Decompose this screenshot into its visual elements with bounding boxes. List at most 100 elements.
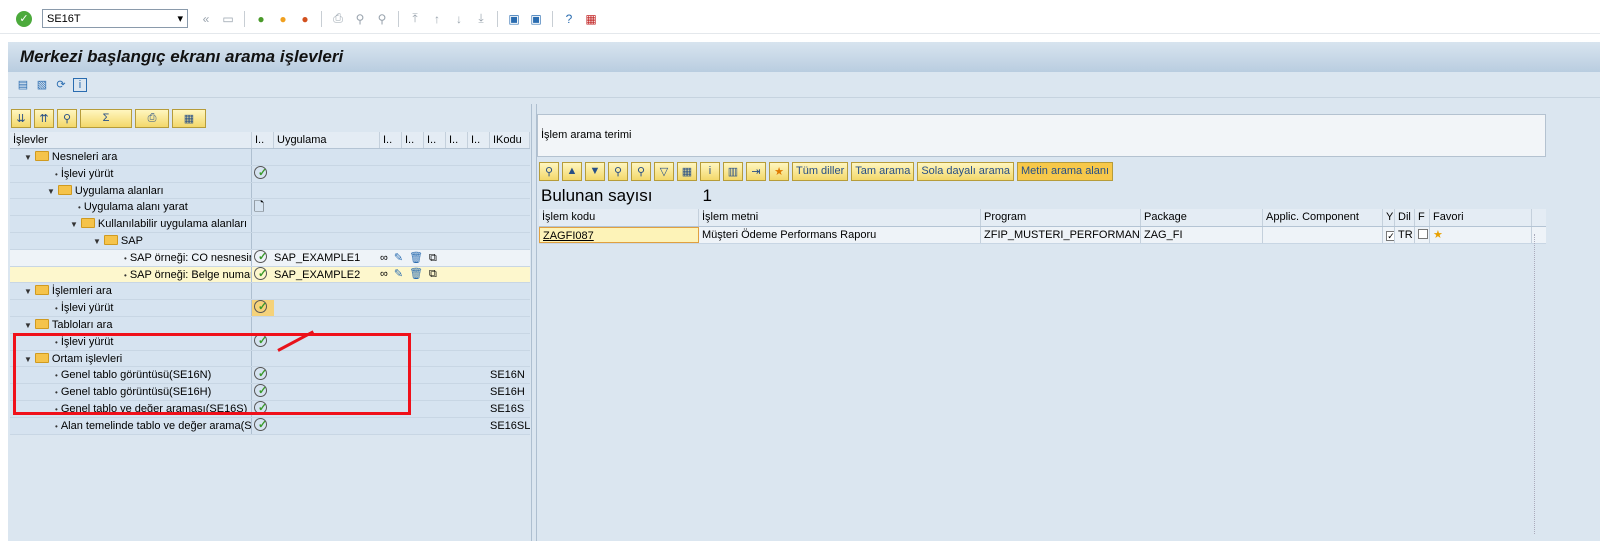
command-field[interactable]: SE16T ▾: [42, 9, 188, 28]
layout-icon[interactable]: ▤: [16, 78, 30, 92]
tree-row[interactable]: •Alan temelinde tablo ve değer arama(SE1…: [10, 417, 530, 435]
find-icon[interactable]: ⚲: [608, 161, 628, 181]
expand-all-icon[interactable]: ⇊: [11, 108, 31, 128]
expand-toggle-icon[interactable]: ▼: [70, 220, 78, 229]
graphic-icon[interactable]: ▥: [723, 161, 743, 181]
expand-toggle-icon[interactable]: ▼: [24, 287, 32, 296]
details-icon[interactable]: ⚲: [539, 161, 559, 181]
copy-icon[interactable]: ⧉: [429, 267, 437, 283]
edit-icon[interactable]: ✎: [394, 250, 403, 266]
function-tree-panel: ⇊ ⇈ ⚲ Σ ⎙ ▦ İşlevler I.. Uygulama I.. I.…: [8, 104, 532, 541]
tree-row[interactable]: • Uygulama alanı yarat 🗋: [10, 199, 530, 217]
print-icon[interactable]: ⎙: [330, 11, 346, 27]
execute-icon[interactable]: [254, 300, 267, 315]
last-page-icon[interactable]: ⤓: [473, 11, 489, 27]
tree-row[interactable]: •SAP örneği: CO nesnesine göre aSAP_EXAM…: [10, 249, 530, 267]
transaction-code-link[interactable]: ZAGFI087: [539, 227, 699, 243]
expand-toggle-icon[interactable]: ▼: [93, 237, 101, 246]
tree-node-label[interactable]: Nesneleri ara: [52, 151, 117, 163]
export-icon[interactable]: ⇥: [746, 161, 766, 181]
tree-row[interactable]: ▼ SAP: [10, 232, 530, 250]
tree-toolbar: ⇊ ⇈ ⚲ Σ ⎙ ▦: [8, 104, 531, 132]
tree-row[interactable]: ▼ Tabloları ara: [10, 316, 530, 334]
tree-node-label[interactable]: Tabloları ara: [52, 319, 113, 331]
collapse-icon[interactable]: «: [198, 11, 214, 27]
info-icon[interactable]: i: [700, 161, 720, 181]
expand-toggle-icon[interactable]: ▼: [47, 187, 55, 196]
tree-node-label[interactable]: İşlevi yürüt: [61, 168, 114, 180]
tree-row[interactable]: • İşlevi yürüt: [10, 300, 530, 317]
enter-icon[interactable]: ✓: [16, 10, 32, 27]
layout-icon[interactable]: ▦: [677, 161, 697, 181]
y-checkbox[interactable]: ✓: [1386, 231, 1394, 241]
customize-layout-icon[interactable]: ▦: [583, 11, 599, 27]
delete-icon[interactable]: 🗑: [409, 250, 423, 266]
display-icon[interactable]: ∞: [380, 267, 388, 283]
find-next-icon[interactable]: ⚲: [374, 11, 390, 27]
copy-icon[interactable]: ⧉: [429, 250, 437, 266]
tree-row[interactable]: •SAP örneği: Belge numarasına göSAP_EXAM…: [10, 266, 530, 284]
execute-icon[interactable]: [254, 266, 267, 282]
dropdown-icon[interactable]: ▾: [177, 12, 183, 25]
back-icon[interactable]: ●: [253, 11, 269, 27]
tree-node-label[interactable]: Uygulama alanı yarat: [84, 201, 188, 213]
expand-toggle-icon[interactable]: ▼: [24, 153, 32, 162]
exit-icon[interactable]: ●: [275, 11, 291, 27]
print-icon[interactable]: ⎙: [135, 108, 169, 128]
save-icon[interactable]: ▭: [220, 11, 236, 27]
find-next-icon[interactable]: ⚲: [631, 161, 651, 181]
edit-icon[interactable]: ✎: [394, 267, 403, 283]
help-icon[interactable]: ?: [561, 11, 577, 27]
column-settings-icon[interactable]: ▦: [172, 108, 206, 128]
tree-node-label[interactable]: Alan temelinde tablo ve değer arama(SE16…: [61, 420, 251, 432]
prev-page-icon[interactable]: ↑: [429, 11, 445, 27]
execute-icon[interactable]: [254, 417, 267, 433]
cancel-icon[interactable]: ●: [297, 11, 313, 27]
tree-row[interactable]: ▼ Nesneleri ara: [10, 149, 530, 166]
exact-search-button[interactable]: Tam arama: [851, 161, 915, 181]
left-aligned-search-button[interactable]: Sola dayalı arama: [917, 161, 1014, 181]
execute-icon[interactable]: [254, 165, 267, 181]
tree-node-label[interactable]: Kullanılabilir uygulama alanları: [98, 218, 247, 230]
results-toolbar: ⚲ ▲ ▼ ⚲ ⚲ ▽ ▦ i ▥ ⇥ ★ Tüm diller Tam ara…: [537, 159, 1546, 183]
execute-icon[interactable]: [254, 249, 267, 265]
collapse-all-icon[interactable]: ⇈: [34, 108, 54, 128]
scrollbar[interactable]: [1534, 234, 1542, 534]
tree-node-label[interactable]: İşlemleri ara: [52, 285, 112, 297]
tree-node-label[interactable]: SAP örneği: Belge numarasına gö: [130, 269, 251, 281]
tree-node-label[interactable]: İşlevi yürüt: [61, 302, 114, 314]
sum-icon[interactable]: Σ: [80, 108, 132, 128]
delete-icon[interactable]: 🗑: [409, 267, 423, 283]
tree-row[interactable]: ▼ Kullanılabilir uygulama alanları: [10, 216, 530, 233]
favorite-icon[interactable]: ★: [769, 161, 789, 181]
next-page-icon[interactable]: ↓: [451, 11, 467, 27]
find-icon[interactable]: ⚲: [57, 108, 77, 128]
display-icon[interactable]: ∞: [380, 250, 388, 266]
search-term-area[interactable]: İşlem arama terimi: [537, 114, 1546, 157]
user-settings-icon[interactable]: ▧: [35, 78, 49, 92]
folder-icon: [103, 234, 118, 245]
tree-row[interactable]: • İşlevi yürüt: [10, 165, 530, 183]
table-row[interactable]: ZAGFI087 Müşteri Ödeme Performans Raporu…: [539, 227, 1546, 244]
find-icon[interactable]: ⚲: [352, 11, 368, 27]
expand-toggle-icon[interactable]: ▼: [24, 321, 32, 330]
add-favorite-icon[interactable]: ★: [1433, 229, 1443, 241]
sort-asc-icon[interactable]: ▲: [562, 161, 582, 181]
new-document-icon[interactable]: 🗋: [254, 199, 264, 214]
f-checkbox[interactable]: [1418, 229, 1428, 239]
refresh-icon[interactable]: ⟳: [54, 78, 68, 92]
filter-icon[interactable]: ▽: [654, 161, 674, 181]
tree-node-label[interactable]: Uygulama alanları: [75, 185, 164, 197]
new-session-icon[interactable]: ▣: [506, 11, 522, 27]
tree-row[interactable]: ▼ İşlemleri ara: [10, 283, 530, 301]
sort-desc-icon[interactable]: ▼: [585, 161, 605, 181]
tree-node-label[interactable]: SAP: [121, 235, 143, 247]
shortcut-icon[interactable]: ▣: [528, 11, 544, 27]
tree-node-label[interactable]: SAP örneği: CO nesnesine göre a: [130, 252, 251, 264]
all-languages-button[interactable]: Tüm diller: [792, 161, 849, 181]
info-icon[interactable]: i: [73, 77, 87, 92]
text-search-field-button[interactable]: Metin arama alanı: [1017, 161, 1114, 181]
first-page-icon[interactable]: ⤒: [407, 11, 423, 27]
bullet-icon: •: [55, 169, 58, 179]
tree-row[interactable]: ▼ Uygulama alanları: [10, 182, 530, 200]
